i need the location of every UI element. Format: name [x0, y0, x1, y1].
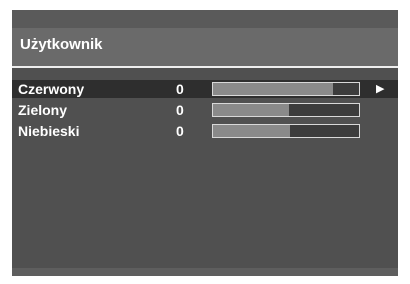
level-slider[interactable]	[212, 103, 360, 117]
menu-item-value: 0	[176, 123, 184, 139]
level-fill	[213, 83, 333, 95]
level-slider[interactable]	[212, 124, 360, 138]
menu-item-czerwony[interactable]: Czerwony 0 ▶	[12, 80, 398, 98]
level-fill	[213, 104, 289, 116]
menu-item-label: Zielony	[18, 102, 68, 118]
menu-item-value: 0	[176, 102, 184, 118]
level-fill	[213, 125, 291, 137]
top-strip	[12, 10, 398, 28]
menu-content: Czerwony 0 ▶ Zielony 0 Niebieski 0	[12, 68, 398, 268]
level-slider[interactable]	[212, 82, 360, 96]
menu-item-value: 0	[176, 81, 184, 97]
title-bar: Użytkownik	[12, 28, 398, 66]
menu-item-label: Czerwony	[18, 81, 85, 97]
menu-title: Użytkownik	[20, 36, 103, 53]
osd-menu: Użytkownik Czerwony 0 ▶ Zielony 0 Niebie…	[12, 10, 398, 276]
bottom-strip	[12, 268, 398, 276]
menu-item-label: Niebieski	[18, 123, 80, 139]
right-arrow-icon: ▶	[376, 83, 385, 95]
menu-item-zielony[interactable]: Zielony 0	[12, 101, 398, 119]
menu-item-niebieski[interactable]: Niebieski 0	[12, 122, 398, 140]
